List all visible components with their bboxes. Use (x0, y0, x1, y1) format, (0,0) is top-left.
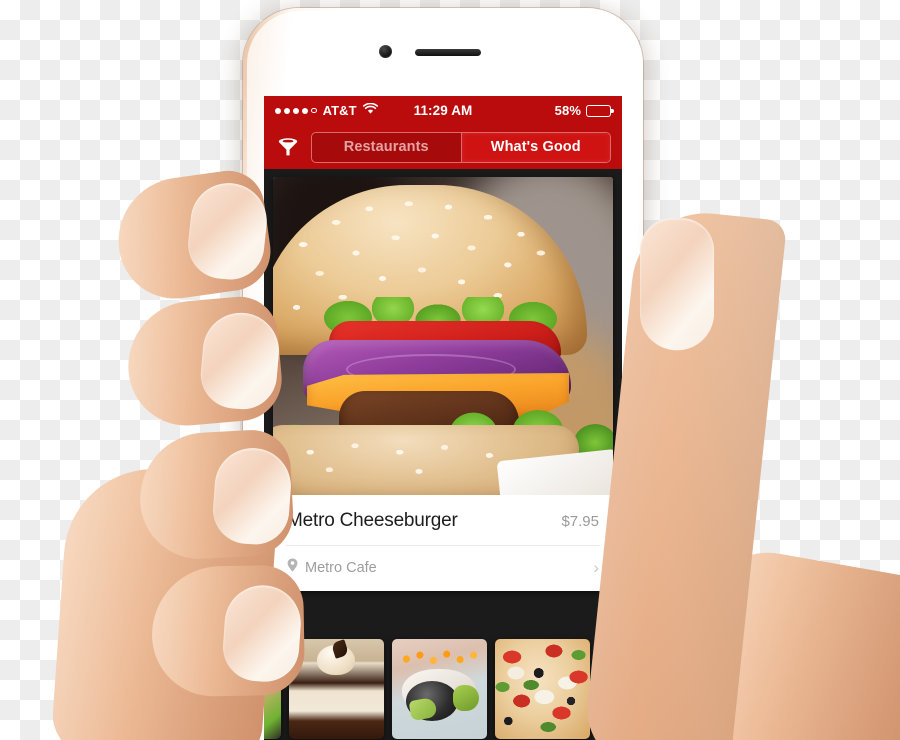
thumbnail-nail (640, 218, 715, 351)
front-camera-icon (379, 45, 392, 58)
signal-strength-icon (275, 107, 317, 114)
status-bar-right: 58% (443, 103, 614, 118)
featured-dish-card[interactable]: Metro Cheeseburger $7.95 Metro Cafe › (273, 177, 613, 591)
tab-whats-good[interactable]: What's Good (460, 132, 610, 162)
chevron-right-icon[interactable]: › (593, 559, 599, 576)
battery-icon (586, 104, 614, 117)
pizza-toppings-shape (495, 639, 590, 739)
segmented-control[interactable]: Restaurants What's Good (311, 131, 611, 163)
sushi-thumbnail[interactable] (392, 639, 487, 739)
pizza-thumbnail[interactable] (495, 639, 590, 739)
burger-thumbnail[interactable] (264, 639, 281, 739)
location-pin-icon (287, 558, 298, 577)
status-bar-left: AT&T (275, 102, 443, 118)
earpiece-speaker-icon (415, 49, 481, 56)
phone-screen: AT&T 11:29 AM 58% Restaurants What's Goo… (264, 96, 622, 740)
status-bar: AT&T 11:29 AM 58% (264, 96, 622, 125)
right-hand-base (672, 541, 900, 740)
app-nav-bar: Restaurants What's Good (264, 125, 622, 169)
thumbnail-strip[interactable] (264, 630, 622, 740)
app-content: Metro Cheeseburger $7.95 Metro Cafe › (264, 169, 622, 740)
canvas-background: AT&T 11:29 AM 58% Restaurants What's Goo… (0, 0, 900, 740)
dish-price: $7.95 (561, 513, 599, 530)
chocolate-cake-thumbnail[interactable] (289, 639, 384, 739)
dish-title-row: Metro Cheeseburger $7.95 (273, 495, 613, 545)
roe-shape (398, 647, 482, 671)
filter-funnel-icon[interactable] (275, 134, 301, 160)
dish-name: Metro Cheeseburger (287, 510, 458, 531)
cheeseburger-photo (273, 177, 613, 495)
avocado-shape (453, 685, 479, 711)
phone-device: AT&T 11:29 AM 58% Restaurants What's Goo… (243, 8, 643, 740)
carrier-label: AT&T (322, 103, 357, 118)
venue-name: Metro Cafe (305, 559, 377, 576)
battery-percent-label: 58% (554, 103, 581, 118)
venue-row[interactable]: Metro Cafe › (273, 546, 613, 591)
wifi-icon (362, 102, 378, 118)
tab-restaurants[interactable]: Restaurants (312, 133, 461, 162)
